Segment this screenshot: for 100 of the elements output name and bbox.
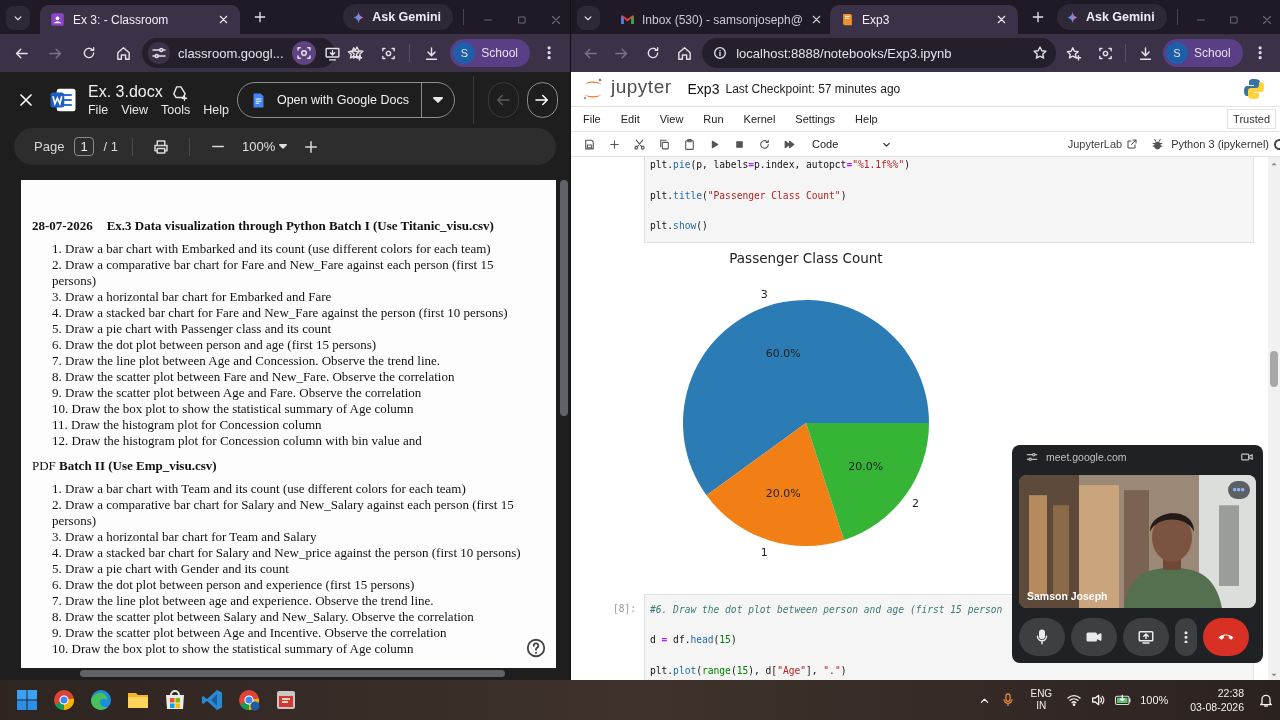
home-icon — [114, 44, 132, 62]
clipboard-icon — [682, 137, 696, 151]
star-plus-icon — [345, 44, 363, 62]
site-text: meet.google.com — [1046, 451, 1128, 464]
caret-icon — [279, 144, 288, 149]
scrollbar-thumb[interactable] — [80, 670, 505, 677]
code-line: plt.show() — [650, 219, 708, 233]
list-item: 9. Draw the scatter plot between Age and Fare. Observe the correlation — [51, 385, 423, 401]
more-button[interactable] — [1175, 618, 1197, 656]
list-item: 2. Draw a comparative bar chart for Salary and New_Salary against each person (first 15 persons) — [51, 497, 515, 529]
slice-label: 1 — [760, 545, 768, 559]
tab-list-button[interactable] — [6, 6, 30, 30]
page-label: Page — [34, 139, 65, 154]
code-line: #6. Draw the dot plot between person and age (first 15 person — [650, 602, 1003, 617]
bookmark-star-icon[interactable] — [348, 45, 365, 61]
printer-icon — [152, 137, 171, 156]
ask-gemini-button[interactable]: Ask Gemini — [1056, 4, 1167, 30]
page-field[interactable]: 1 — [74, 137, 94, 156]
menu-item[interactable]: Edit — [620, 113, 648, 125]
zoom-select[interactable]: 100% — [242, 139, 288, 154]
sparkle-icon — [1064, 9, 1080, 25]
list-item: 10. Draw the box plot to show the statistical summary of Age column — [51, 641, 415, 657]
bug-icon[interactable] — [1151, 137, 1165, 151]
list-item: 11. Draw the histogram plot for Concession column — [51, 417, 323, 433]
lens-icon[interactable] — [291, 41, 316, 65]
trusted-indicator[interactable]: Trusted — [1227, 109, 1276, 129]
list-item: 2. Draw a comparative bar chart for Fare and New_Fare against each person (first 15 persons) — [51, 257, 495, 289]
menu-item[interactable]: File — [87, 103, 109, 117]
cell-type-select[interactable]: Code — [808, 137, 898, 151]
scrollbar-thumb[interactable] — [560, 180, 568, 416]
close-icon[interactable] — [217, 13, 230, 26]
browser-icon[interactable] — [237, 688, 261, 712]
menu-item[interactable]: Tools — [161, 103, 191, 117]
camera-button[interactable] — [1071, 618, 1117, 656]
volume-icon[interactable] — [1090, 692, 1107, 708]
more-icon — [1233, 488, 1245, 492]
list-item: 6. Draw the dot plot between person and experience (first 15 persons) — [51, 577, 416, 593]
address-bar[interactable]: localhost:8888/notebooks/Exp3.ipynb — [702, 38, 1057, 68]
external-link-icon — [1126, 138, 1139, 150]
tab-list-button[interactable] — [577, 6, 600, 30]
list-item: 8. Draw the scatter plot between Fare and New_Fare. Observe the correlation — [51, 369, 456, 385]
maximize-icon — [1227, 14, 1240, 26]
browser-tab[interactable]: Ex 3: - Classroom — [40, 5, 240, 34]
code-editor-icon[interactable] — [200, 688, 224, 712]
kernel-name[interactable]: Python 3 (ipykernel) — [1171, 138, 1269, 150]
maximize-icon — [516, 14, 528, 26]
list-item: 8. Draw the scatter plot between Salary and New_Salary. Observe the correlation — [51, 609, 475, 625]
menu-item[interactable]: Run — [703, 113, 732, 125]
menu-item[interactable]: Settings — [795, 113, 844, 125]
browser-tab[interactable]: Inbox (530) - samsonjoseph@ — [609, 5, 825, 34]
menu-item[interactable]: View — [121, 103, 148, 117]
profile-button[interactable]: S School — [450, 39, 530, 67]
info-icon[interactable] — [712, 45, 729, 61]
browser-icon[interactable] — [89, 688, 113, 712]
store-bag-icon[interactable] — [163, 688, 187, 712]
list-item: 6. Draw the dot plot between person and age (first 15 persons) — [51, 337, 378, 353]
page-count: / 1 — [103, 139, 119, 154]
menu-item[interactable]: Kernel — [743, 113, 784, 125]
microphone-button[interactable] — [1019, 618, 1065, 656]
region-text[interactable]: IN — [1036, 700, 1047, 712]
app-icon[interactable] — [274, 688, 298, 712]
site-settings-icon[interactable] — [148, 42, 170, 64]
list-item: 1. Draw a bar chart with Embarked and its count (use different colors for each team) — [51, 241, 492, 257]
time-text[interactable]: 22:38 — [1217, 686, 1244, 700]
bookmark-star-icon[interactable] — [1032, 45, 1049, 61]
menu-item[interactable]: Help — [855, 113, 886, 125]
code-line: plt.pie(p, labels=p.index, autopct="%1.1f%%") — [650, 158, 910, 172]
list-item: 1. Draw a bar chart with Team and its count (use different colors for each team) — [51, 481, 467, 497]
list-item: 9. Draw the scatter plot between Age and Incentive. Observe the correlation — [51, 625, 448, 641]
percent-label: 60.0% — [765, 346, 801, 360]
python-logo-icon — [1242, 77, 1266, 101]
hang-up-button[interactable] — [1203, 618, 1249, 656]
jupyterlab-link[interactable]: JupyterLab — [1067, 138, 1139, 150]
scrollbar-thumb[interactable] — [1270, 351, 1278, 387]
classroom-icon — [50, 12, 65, 27]
url-text: classroom.googl... — [178, 45, 284, 61]
notification-icon[interactable] — [1258, 692, 1274, 708]
star-plus-icon — [1065, 44, 1083, 62]
date-text[interactable]: 03-08-2026 — [1190, 700, 1244, 714]
list-item: 4. Draw a stacked bar chart for Fare and New_Fare against the person (first 10 persons) — [51, 305, 509, 321]
browser-icon[interactable] — [52, 688, 76, 712]
ask-gemini-button[interactable]: Ask Gemini — [343, 4, 453, 30]
caret-icon — [432, 97, 443, 103]
code-cell[interactable]: plt.pie(p, labels=p.index, autopct="%1.1f%%") plt.title("Passenger Class Count") plt.show() — [644, 157, 1254, 243]
present-button[interactable] — [1123, 618, 1169, 656]
battery-text[interactable]: 100% — [1140, 694, 1169, 706]
menu-item[interactable]: View — [659, 113, 692, 125]
chart-title: Passenger Class Count — [729, 249, 883, 266]
menu-item[interactable]: Help — [203, 103, 229, 117]
present-screen-icon — [1137, 628, 1155, 646]
notebook-title[interactable]: Exp3 — [687, 81, 720, 97]
menu-item[interactable]: File — [583, 113, 609, 125]
scissors-icon — [632, 137, 646, 151]
browser-tab[interactable]: Exp3 — [830, 5, 1019, 34]
profile-button[interactable]: S School — [1163, 39, 1243, 67]
section-heading: Ex.3 Data visualization through Python Batch I (Use Titanic_visu.csv) — [106, 217, 494, 235]
add-to-drive-icon[interactable] — [170, 83, 188, 101]
windows-logo-icon[interactable] — [15, 688, 39, 712]
wifi-icon[interactable] — [1066, 692, 1083, 708]
language-text[interactable]: ENG — [1030, 688, 1053, 700]
